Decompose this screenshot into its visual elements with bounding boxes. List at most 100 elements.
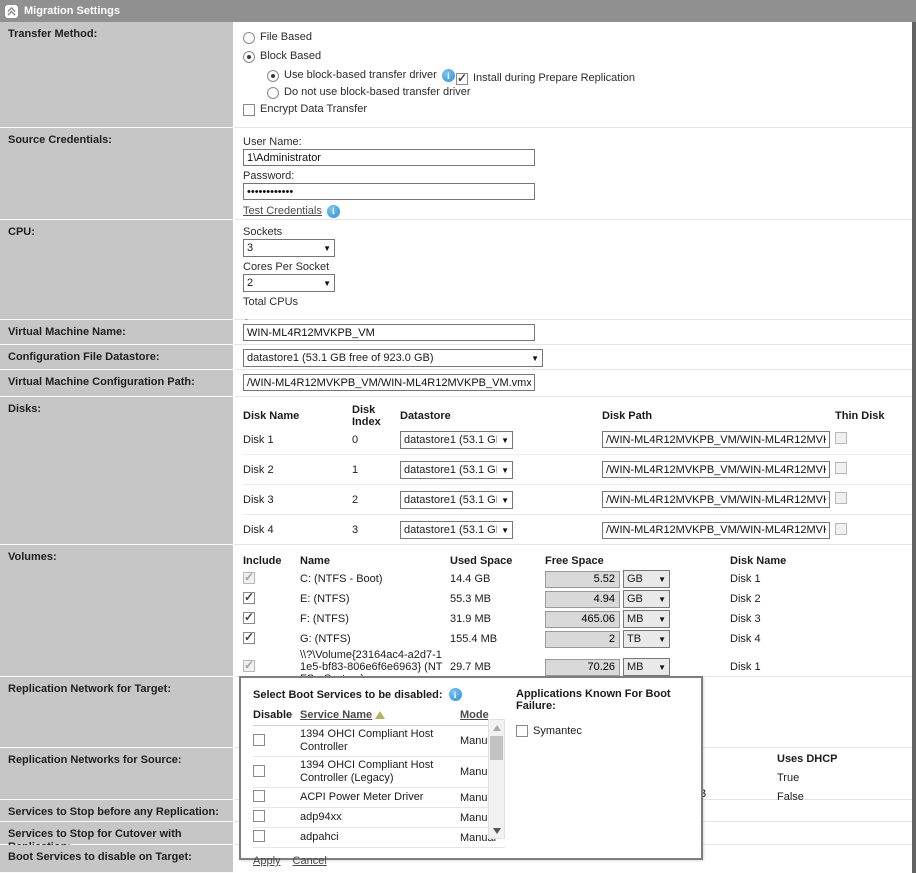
volumes-row: Volumes: Include Name Used Space Free Sp…	[0, 545, 912, 677]
free-space-unit-select[interactable]: TB	[623, 630, 670, 648]
no-driver-option[interactable]: Do not use block-based transfer driver	[267, 86, 912, 99]
services-stop-before-label: Services to Stop before any Replication:	[0, 800, 235, 822]
thin-disk-checkbox	[835, 523, 847, 535]
info-icon[interactable]	[327, 205, 340, 218]
dropdown-arrow-icon	[497, 524, 509, 536]
disable-service-checkbox[interactable]	[253, 790, 265, 802]
disable-service-checkbox[interactable]	[253, 830, 265, 842]
apply-link[interactable]: Apply	[253, 855, 281, 867]
list-item[interactable]: Symantec	[516, 725, 689, 737]
service-name-sort[interactable]: Service Name	[300, 709, 460, 722]
table-row: ACPI Power Meter Driver Manual	[253, 788, 505, 808]
include-checkbox[interactable]	[243, 612, 255, 624]
disks-label: Disks:	[0, 397, 235, 545]
free-space-input	[545, 591, 620, 608]
user-name-input[interactable]	[243, 149, 535, 166]
dropdown-arrow-icon	[654, 573, 666, 585]
table-row: adpahci Manual	[253, 828, 505, 848]
dropdown-arrow-icon	[497, 434, 509, 446]
include-checkbox	[243, 660, 255, 672]
config-datastore-label: Configuration File Datastore:	[0, 345, 235, 370]
cpu-label: CPU:	[0, 220, 235, 320]
free-space-unit-select[interactable]: GB	[623, 590, 670, 608]
table-row: Disk 4 3 datastore1 (53.1 GB free of 923…	[243, 515, 912, 545]
free-space-input	[545, 571, 620, 588]
test-credentials-link[interactable]: Test Credentials	[243, 204, 322, 218]
encrypt-checkbox[interactable]	[243, 104, 255, 116]
disk-datastore-select[interactable]: datastore1 (53.1 GB free of 923.0 GB)	[400, 521, 513, 539]
scrollbar-thumb[interactable]	[490, 736, 503, 760]
disable-service-checkbox[interactable]	[253, 810, 265, 822]
file-based-option[interactable]: File Based	[243, 31, 912, 44]
vm-name-row: Virtual Machine Name:	[0, 320, 912, 345]
uses-dhcp-header: Uses DHCP	[777, 750, 838, 769]
no-driver-radio[interactable]	[267, 87, 279, 99]
use-driver-radio[interactable]	[267, 70, 279, 82]
info-icon[interactable]	[442, 69, 455, 82]
symantec-checkbox[interactable]	[516, 725, 528, 737]
symantec-label: Symantec	[533, 725, 582, 737]
disk-path-input[interactable]	[602, 522, 830, 539]
free-space-input	[545, 611, 620, 628]
disable-service-checkbox[interactable]	[253, 734, 265, 746]
file-based-radio[interactable]	[243, 32, 255, 44]
config-datastore-select[interactable]: datastore1 (53.1 GB free of 923.0 GB)	[243, 349, 543, 367]
encrypt-option[interactable]: Encrypt Data Transfer	[243, 103, 912, 116]
vm-name-label: Virtual Machine Name:	[0, 320, 235, 345]
thin-disk-checkbox	[835, 492, 847, 504]
source-credentials-content: User Name: Password: Test Credentials	[235, 128, 912, 220]
disks-content: Disk Name Disk Index Datastore Disk Path…	[235, 397, 912, 545]
free-space-input	[545, 631, 620, 648]
popup-title: Select Boot Services to be disabled:	[253, 689, 443, 701]
scrollbar[interactable]	[488, 719, 505, 839]
info-icon[interactable]	[449, 688, 462, 701]
uses-dhcp-value: True	[777, 769, 838, 788]
vm-config-path-row: Virtual Machine Configuration Path:	[0, 370, 912, 397]
install-prepare-option[interactable]: Install during Prepare Replication	[456, 72, 635, 85]
vm-name-content	[235, 320, 912, 345]
cancel-link[interactable]: Cancel	[293, 855, 327, 867]
boot-services-disable-label: Boot Services to disable on Target:	[0, 845, 235, 873]
disk-datastore-select[interactable]: datastore1 (53.1 GB free of 923.0 GB)	[400, 491, 513, 509]
dropdown-arrow-icon	[497, 464, 509, 476]
vm-config-path-label: Virtual Machine Configuration Path:	[0, 370, 235, 397]
sockets-label: Sockets	[243, 226, 912, 239]
transfer-method-row: Transfer Method: File Based Block Based …	[0, 22, 912, 128]
block-based-radio[interactable]	[243, 51, 255, 63]
collapse-icon[interactable]	[5, 5, 18, 18]
disk-path-input[interactable]	[602, 431, 830, 448]
scroll-up-icon[interactable]	[489, 720, 504, 735]
include-checkbox[interactable]	[243, 632, 255, 644]
dropdown-arrow-icon	[319, 277, 331, 289]
volumes-label: Volumes:	[0, 545, 235, 677]
sockets-select[interactable]: 3	[243, 239, 335, 257]
disk-datastore-select[interactable]: datastore1 (53.1 GB free of 923.0 GB)	[400, 461, 513, 479]
vm-name-input[interactable]	[243, 324, 535, 341]
source-credentials-row: Source Credentials: User Name: Password:…	[0, 128, 912, 220]
free-space-unit-select[interactable]: GB	[623, 570, 670, 588]
dropdown-arrow-icon	[654, 633, 666, 645]
free-space-unit-select[interactable]: MB	[623, 610, 670, 628]
section-header[interactable]: Migration Settings	[0, 0, 916, 22]
install-prepare-checkbox[interactable]	[456, 73, 468, 85]
disk-path-input[interactable]	[602, 491, 830, 508]
include-checkbox[interactable]	[243, 592, 255, 604]
table-row: 1394 OHCI Compliant Host Controller (Leg…	[253, 757, 505, 788]
config-datastore-content: datastore1 (53.1 GB free of 923.0 GB)	[235, 345, 912, 370]
disable-service-checkbox[interactable]	[253, 765, 265, 777]
table-row: C: (NTFS - Boot) 14.4 GB GB Disk 1	[243, 569, 912, 589]
apps-known-boot-failure-title: Applications Known For Boot Failure:	[516, 688, 689, 712]
password-input[interactable]	[243, 183, 535, 200]
replication-networks-source-label: Replication Networks for Source:	[0, 748, 235, 800]
block-based-option[interactable]: Block Based	[243, 50, 912, 63]
dropdown-arrow-icon	[527, 352, 539, 364]
table-row: Disk 2 1 datastore1 (53.1 GB free of 923…	[243, 455, 912, 485]
disk-datastore-select[interactable]: datastore1 (53.1 GB free of 923.0 GB)	[400, 431, 513, 449]
scroll-down-icon[interactable]	[489, 823, 504, 838]
disk-path-input[interactable]	[602, 461, 830, 478]
dropdown-arrow-icon	[654, 593, 666, 605]
vm-config-path-input[interactable]	[243, 374, 535, 391]
cores-select[interactable]: 2	[243, 274, 335, 292]
dropdown-arrow-icon	[654, 613, 666, 625]
free-space-unit-select[interactable]: MB	[623, 658, 670, 676]
